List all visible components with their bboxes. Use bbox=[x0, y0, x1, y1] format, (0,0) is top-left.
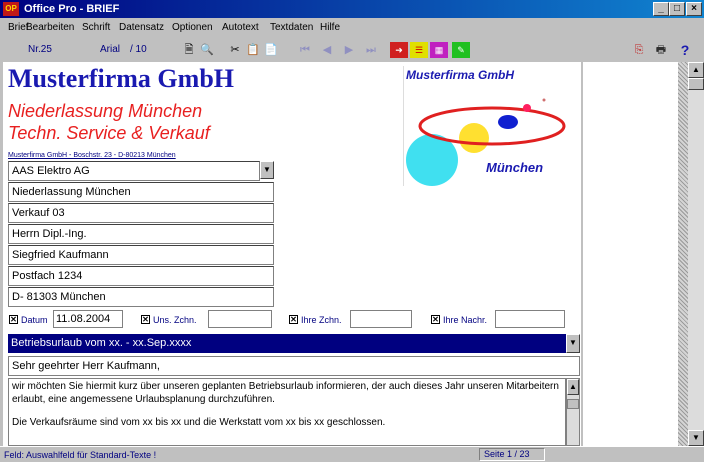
print-icon[interactable]: 🖶 bbox=[652, 42, 670, 58]
company-name: Musterfirma GmbH bbox=[8, 64, 235, 93]
main-scrollbar[interactable]: ▲ ▼ bbox=[688, 62, 704, 446]
address-line-6[interactable]: Postfach 1234 bbox=[8, 266, 274, 286]
menu-optionen[interactable]: Optionen bbox=[172, 21, 213, 35]
maximize-button[interactable]: □ bbox=[669, 2, 685, 16]
copy-icon[interactable]: 📋 bbox=[244, 42, 262, 58]
logo-pink-dot bbox=[523, 104, 531, 112]
letter-body[interactable]: wir möchten Sie hiermit kurz über unsere… bbox=[8, 378, 566, 446]
help-button[interactable]: ? bbox=[676, 42, 694, 58]
database-icon[interactable]: ▦ bbox=[430, 42, 448, 58]
first-record-icon[interactable]: ⏮ bbox=[296, 42, 314, 58]
menu-bearbeiten[interactable]: Bearbeiten bbox=[26, 21, 74, 35]
ihre-nachr-label: Ihre Nachr. bbox=[443, 315, 488, 325]
window-title: Office Pro - BRIEF bbox=[24, 3, 120, 15]
print-setup-icon[interactable]: ⎘ bbox=[630, 42, 648, 58]
page-indicator: Seite 1 / 23 bbox=[479, 448, 545, 461]
uns-zchn-field[interactable] bbox=[208, 310, 272, 328]
ihre-nachr-field[interactable] bbox=[495, 310, 565, 328]
ihre-zchn-field[interactable] bbox=[350, 310, 412, 328]
print-preview-icon[interactable]: 🔍 bbox=[198, 42, 216, 58]
minimize-button[interactable]: _ bbox=[653, 2, 669, 16]
logo-yellow-circle bbox=[459, 123, 489, 153]
scroll-up-button[interactable]: ▲ bbox=[688, 62, 704, 78]
next-record-icon[interactable]: ▶ bbox=[340, 42, 358, 58]
ihre-nachr-checkbox[interactable]: ✕ bbox=[431, 315, 440, 324]
address-line-5[interactable]: Siegfried Kaufmann bbox=[8, 245, 274, 265]
datum-checkbox[interactable]: ✕ bbox=[9, 315, 18, 324]
new-document-icon[interactable]: 🗎 bbox=[180, 42, 198, 58]
address-line-4[interactable]: Herrn Dipl.-Ing. bbox=[8, 224, 274, 244]
menu-schrift[interactable]: Schrift bbox=[82, 21, 110, 35]
cut-icon[interactable]: ✂ bbox=[226, 42, 244, 58]
menu-datensatz[interactable]: Datensatz bbox=[119, 21, 164, 35]
menu-bar: Brief Bearbeiten Schrift Datensatz Optio… bbox=[0, 18, 704, 38]
uns-zchn-label: Uns. Zchn. bbox=[153, 315, 197, 325]
recipient-dropdown-button[interactable]: ▼ bbox=[260, 161, 274, 179]
previous-record-icon[interactable]: ◀ bbox=[318, 42, 336, 58]
logo-orbit bbox=[418, 106, 566, 146]
address-line-2[interactable]: Niederlassung München bbox=[8, 182, 274, 202]
record-number: Nr.25 bbox=[28, 44, 52, 55]
last-record-icon[interactable]: ⏭ bbox=[362, 42, 380, 58]
datum-field[interactable]: 11.08.2004 bbox=[53, 310, 123, 328]
side-panel bbox=[583, 62, 678, 446]
app-icon[interactable]: OP bbox=[3, 2, 19, 16]
scroll-thumb[interactable] bbox=[688, 78, 704, 90]
logo-blue-dot bbox=[498, 115, 518, 129]
text-module-icon[interactable]: ☰ bbox=[410, 42, 428, 58]
datum-label: Datum bbox=[21, 315, 48, 325]
body-scroll-up-button[interactable]: ▲ bbox=[567, 379, 579, 395]
menu-textdaten[interactable]: Textdaten bbox=[270, 21, 313, 35]
branch-line-2: Techn. Service & Verkauf bbox=[8, 123, 210, 143]
company-logo: Musterfirma GmbH München bbox=[403, 66, 581, 186]
paste-icon[interactable]: 📄 bbox=[262, 42, 280, 58]
close-button[interactable]: × bbox=[686, 2, 702, 16]
exit-icon[interactable]: ➜ bbox=[390, 42, 408, 58]
title-bar: OP Office Pro - BRIEF _ □ × bbox=[0, 0, 704, 18]
address-line-7[interactable]: D- 81303 München bbox=[8, 287, 274, 307]
recipient-company-field[interactable]: AAS Elektro AG bbox=[8, 161, 260, 181]
body-scrollbar[interactable]: ▲ bbox=[566, 378, 580, 446]
body-scroll-thumb[interactable] bbox=[567, 399, 579, 409]
branch-line-1: Niederlassung München bbox=[8, 101, 203, 121]
menu-autotext[interactable]: Autotext bbox=[222, 21, 259, 35]
sender-line[interactable]: Musterfirma GmbH - Boschstr. 23 - D-8021… bbox=[8, 152, 176, 160]
salutation-field[interactable]: Sehr geehrter Herr Kaufmann, bbox=[8, 356, 580, 376]
scroll-down-button[interactable]: ▼ bbox=[688, 430, 704, 446]
logo-city: München bbox=[486, 160, 544, 175]
status-bar: Feld: Auswahlfeld für Standard-Texte ! S… bbox=[0, 446, 704, 462]
ihre-zchn-checkbox[interactable]: ✕ bbox=[289, 315, 298, 324]
address-line-3[interactable]: Verkauf 03 bbox=[8, 203, 274, 223]
status-message: Feld: Auswahlfeld für Standard-Texte ! bbox=[4, 450, 157, 460]
uns-zchn-checkbox[interactable]: ✕ bbox=[141, 315, 150, 324]
ihre-zchn-label: Ihre Zchn. bbox=[301, 315, 342, 325]
subject-field[interactable]: Betriebsurlaub vom xx. - xx.Sep.xxxx bbox=[8, 334, 566, 353]
page-border-hatch bbox=[678, 62, 688, 446]
insert-field-icon[interactable]: ✎ bbox=[452, 42, 470, 58]
letter-document: Musterfirma GmbH Niederlassung München T… bbox=[3, 62, 581, 446]
subject-dropdown-button[interactable]: ▼ bbox=[566, 334, 580, 353]
menu-hilfe[interactable]: Hilfe bbox=[320, 21, 340, 35]
logo-small-dot bbox=[542, 98, 546, 102]
body-paragraph-2: Die Verkaufsräume sind vom xx bis xx und… bbox=[12, 417, 386, 428]
body-paragraph-1: wir möchten Sie hiermit kurz über unsere… bbox=[12, 381, 559, 405]
toolbar: Nr.25 Arial / 10 🗎 🔍 ✂ 📋 📄 ⏮ ◀ ▶ ⏭ ➜ ☰ ▦… bbox=[0, 40, 704, 60]
font-name[interactable]: Arial bbox=[100, 43, 120, 59]
font-size[interactable]: / 10 bbox=[130, 43, 147, 59]
